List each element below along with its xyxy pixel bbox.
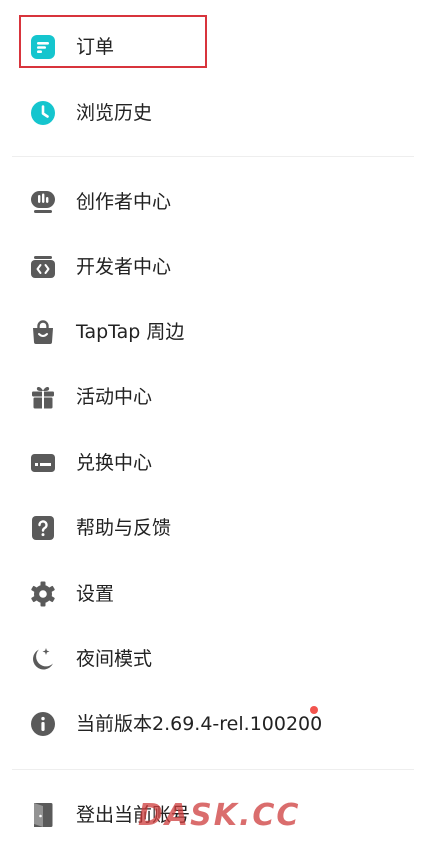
creator-icon	[30, 189, 56, 215]
update-badge-dot	[310, 706, 318, 714]
menu-item-events[interactable]: 活动中心	[0, 371, 424, 423]
menu-item-label: 活动中心	[76, 386, 153, 408]
menu-item-label: 设置	[76, 583, 115, 605]
shopping-bag-icon	[30, 319, 56, 345]
moon-icon	[30, 646, 56, 672]
divider	[12, 156, 414, 157]
menu-item-label: 夜间模式	[76, 648, 153, 670]
menu-item-label: 浏览历史	[76, 102, 153, 124]
menu-item-settings[interactable]: 设置	[0, 568, 424, 620]
menu-item-label: TapTap 周边	[76, 321, 185, 343]
menu-item-label: 开发者中心	[76, 256, 172, 278]
menu-item-help[interactable]: 帮助与反馈	[0, 502, 424, 554]
order-icon	[30, 34, 56, 60]
menu-item-history[interactable]: 浏览历史	[0, 87, 424, 139]
menu-item-label: 当前版本2.69.4-rel.100200	[76, 713, 323, 735]
info-icon	[30, 711, 56, 737]
card-icon	[30, 450, 56, 476]
logout-icon	[30, 802, 56, 828]
menu-item-orders[interactable]: 订单	[0, 21, 424, 73]
clock-icon	[30, 100, 56, 126]
menu-item-merch[interactable]: TapTap 周边	[0, 306, 424, 358]
menu-item-label: 帮助与反馈	[76, 517, 172, 539]
menu-item-version[interactable]: 当前版本2.69.4-rel.100200	[0, 698, 424, 750]
help-icon	[30, 515, 56, 541]
menu-item-logout[interactable]: 登出当前账号	[0, 789, 424, 841]
menu-item-label: 创作者中心	[76, 191, 172, 213]
menu-item-redeem[interactable]: 兑换中心	[0, 437, 424, 489]
menu-item-night-mode[interactable]: 夜间模式	[0, 633, 424, 685]
divider	[12, 769, 414, 770]
menu-item-label: 兑换中心	[76, 452, 153, 474]
gift-icon	[30, 384, 56, 410]
code-icon	[30, 254, 56, 280]
gear-icon	[30, 581, 56, 607]
menu-item-label: 订单	[76, 36, 115, 58]
menu-item-developer[interactable]: 开发者中心	[0, 241, 424, 293]
menu-item-label: 登出当前账号	[76, 804, 191, 826]
menu-item-creator[interactable]: 创作者中心	[0, 176, 424, 228]
